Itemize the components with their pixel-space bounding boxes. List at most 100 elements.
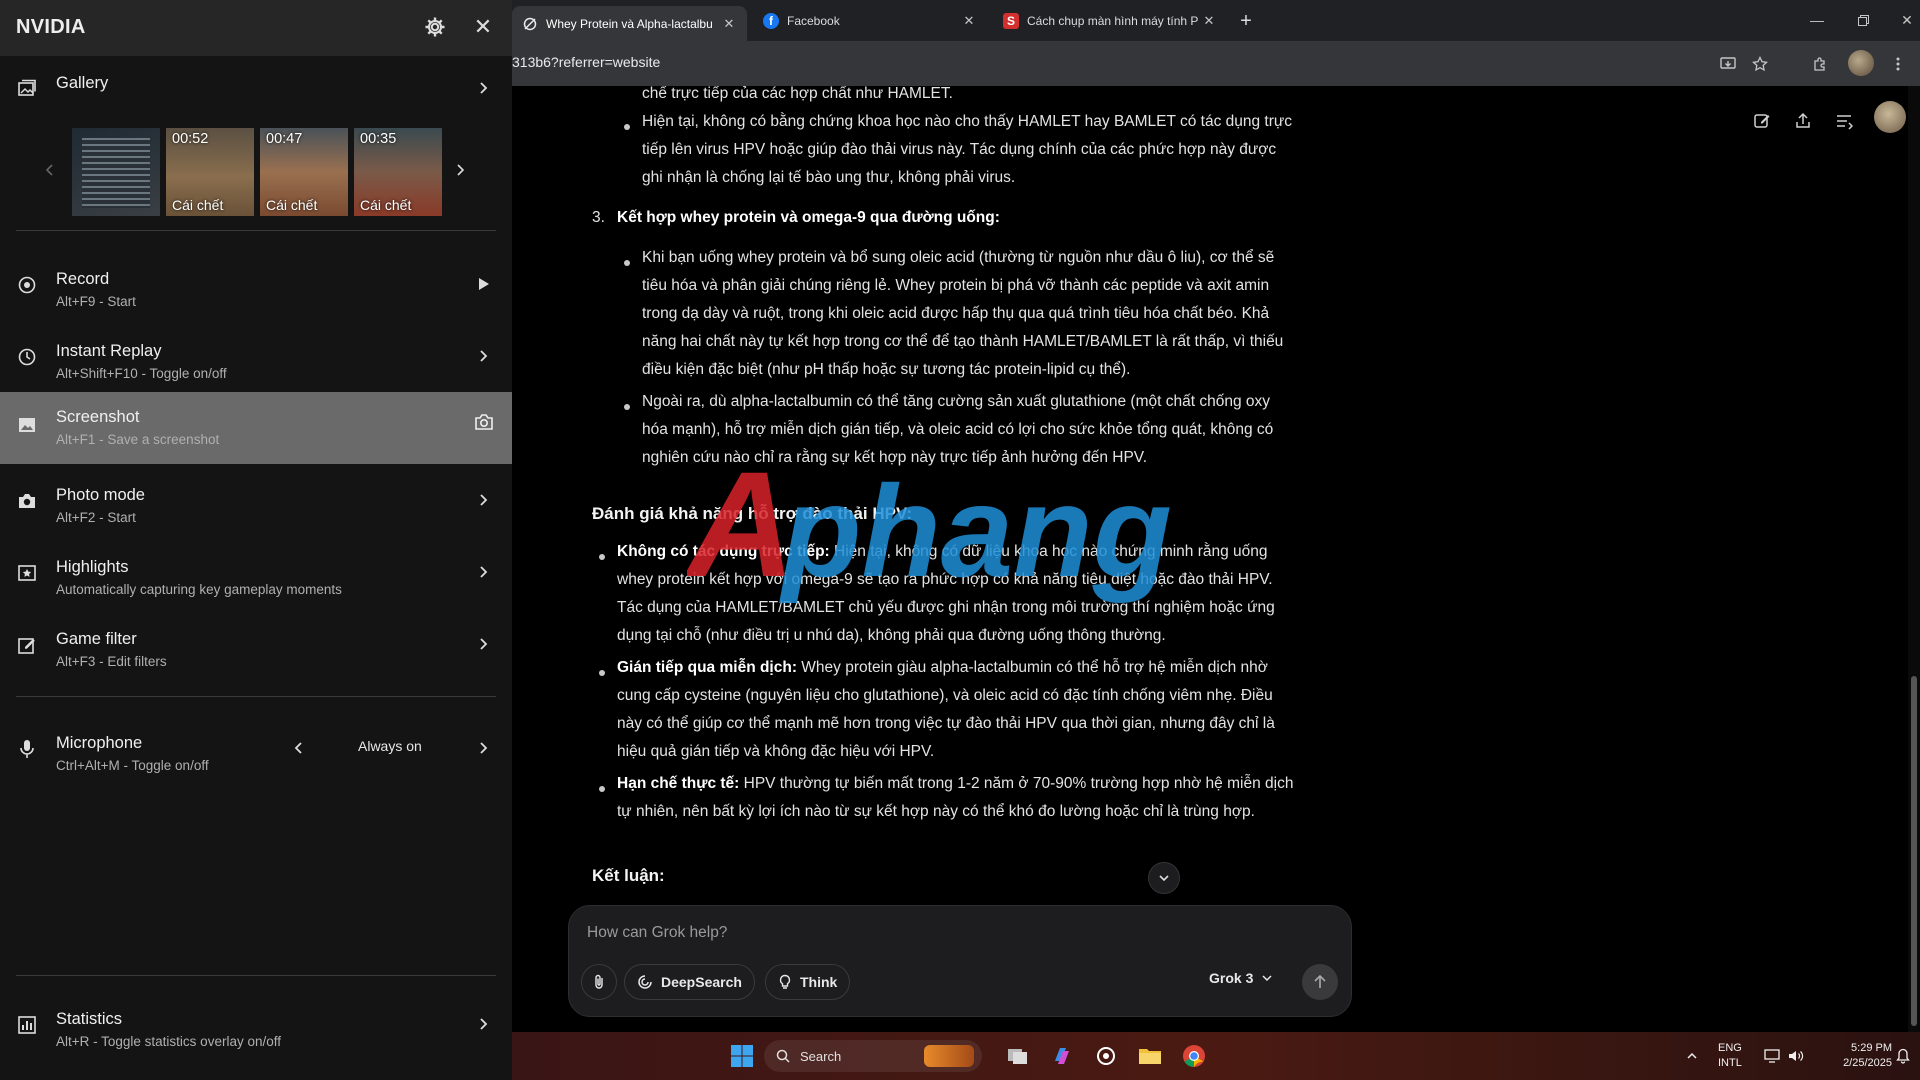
lightbulb-icon (779, 974, 791, 989)
nvidia-app-icon[interactable] (1090, 1040, 1122, 1072)
thumbnail-image (82, 138, 150, 208)
response-article: chế trực tiếp của các hợp chất như HAMLE… (512, 86, 1920, 1032)
chat-composer: DeepSearch Think Grok 3 (568, 905, 1352, 1017)
gallery-thumbnail[interactable] (72, 128, 160, 216)
photo-mode-item[interactable]: Photo mode Alt+F2 - Start (0, 472, 512, 544)
list-number: 3. (592, 209, 605, 226)
nvidia-header: NVIDIA ✕ (0, 0, 512, 56)
bookmark-star-icon[interactable] (1748, 52, 1772, 76)
bold-lead: Hạn chế thực tế: (617, 775, 740, 792)
copilot-icon[interactable] (1046, 1040, 1078, 1072)
input-language[interactable]: ENG INTL (1718, 1041, 1742, 1071)
close-icon[interactable]: ✕ (470, 14, 496, 40)
highlights-label: Highlights (56, 558, 129, 576)
search-highlight-image (924, 1045, 974, 1067)
divider (16, 975, 496, 976)
text-line: điều kiện đặc biệt (như pH thấp hoặc sự … (642, 361, 1131, 378)
text-line: chế trực tiếp của các hợp chất như HAMLE… (642, 86, 953, 102)
text-line: nghiên cứu nào chỉ ra rằng sự kết hợp nà… (642, 449, 1148, 466)
text-line: trong dạ dày và ruột, trong khi oleic ac… (642, 305, 1270, 322)
chat-input[interactable] (587, 920, 1287, 946)
screenshot-item[interactable]: Screenshot Alt+F1 - Save a screenshot (0, 392, 512, 464)
scroll-down-button[interactable] (1148, 862, 1180, 894)
chrome-icon[interactable] (1178, 1040, 1210, 1072)
url-text[interactable]: 313b6?referrer=website (512, 54, 660, 70)
camera-icon (472, 412, 496, 432)
task-view-icon[interactable] (1002, 1040, 1034, 1072)
play-icon (474, 274, 494, 294)
photo-mode-shortcut: Alt+F2 - Start (56, 510, 136, 525)
share-icon[interactable] (1790, 108, 1816, 134)
image-icon (16, 414, 38, 436)
statistics-shortcut: Alt+R - Toggle statistics overlay on/off (56, 1034, 281, 1049)
minimize-icon[interactable]: — (1802, 8, 1832, 32)
chevron-right-icon[interactable] (474, 738, 494, 758)
tab-screenshot-guide[interactable]: S Cách chụp màn hình máy tính P ✕ (993, 4, 1227, 37)
tab-whey-protein[interactable]: Whey Protein và Alpha-lactalbu ✕ (512, 6, 747, 41)
edit-icon[interactable] (1749, 108, 1775, 134)
profile-avatar[interactable] (1848, 50, 1874, 76)
gallery-thumbnail[interactable]: 00:35 Cái chết (354, 128, 442, 216)
thumbnail-caption: Cái chết (266, 197, 318, 213)
section-heading: Đánh giá khả năng hỗ trợ đào thải HPV: (592, 504, 913, 523)
clock[interactable]: 5:29 PM 2/25/2025 (1812, 1041, 1892, 1071)
notification-icon[interactable] (1892, 1040, 1914, 1072)
lang-label: ENG (1718, 1042, 1742, 1054)
gear-icon[interactable] (422, 14, 448, 40)
tab-title: Whey Protein và Alpha-lactalbu (546, 16, 713, 31)
install-app-icon[interactable] (1716, 52, 1740, 76)
text-span: Whey protein giàu alpha-lactalbumin có t… (797, 659, 1268, 676)
nvidia-title: NVIDIA (16, 16, 86, 38)
deepsearch-button[interactable]: DeepSearch (624, 964, 755, 1000)
text-line: tự nhiên, nên bất kỳ lợi ích nào từ sự k… (617, 803, 1255, 820)
statistics-item[interactable]: Statistics Alt+R - Toggle statistics ove… (0, 996, 512, 1068)
attach-button[interactable] (581, 964, 617, 1000)
tab-close-icon[interactable]: ✕ (961, 13, 977, 29)
chevron-up-icon[interactable] (1682, 1040, 1702, 1072)
file-explorer-icon[interactable] (1134, 1040, 1166, 1072)
instant-replay-item[interactable]: Instant Replay Alt+Shift+F10 - Toggle on… (0, 328, 512, 400)
taskbar-search[interactable]: Search (764, 1040, 982, 1072)
highlights-item[interactable]: Highlights Automatically capturing key g… (0, 544, 512, 616)
volume-icon[interactable] (1784, 1040, 1808, 1072)
statistics-label: Statistics (56, 1010, 123, 1028)
send-button[interactable] (1302, 964, 1338, 1000)
microphone-item: Microphone Ctrl+Alt+M - Toggle on/off Al… (0, 720, 512, 792)
microphone-mode-value: Always on (358, 738, 422, 754)
bullet (599, 786, 605, 792)
facebook-icon: f (763, 12, 779, 29)
extensions-icon[interactable] (1808, 52, 1832, 76)
restore-icon[interactable] (1848, 8, 1878, 32)
close-window-icon[interactable]: ✕ (1892, 8, 1920, 32)
scrollbar-thumb[interactable] (1911, 676, 1917, 1026)
text-span: Hiện tại, không có dữ liệu khoa học nào … (829, 543, 1268, 560)
tab-close-icon[interactable]: ✕ (1201, 13, 1217, 29)
browser-tab-strip: Whey Protein và Alpha-lactalbu ✕ f Faceb… (512, 0, 1920, 41)
browser-menu-icon[interactable] (1886, 52, 1910, 76)
chevron-left-icon[interactable] (288, 738, 308, 758)
tab-facebook[interactable]: f Facebook ✕ (753, 4, 987, 37)
gallery-thumbnail[interactable]: 00:52 Cái chết (166, 128, 254, 216)
chevron-left-icon[interactable] (42, 162, 58, 178)
gallery-item[interactable]: Gallery (0, 60, 512, 132)
windows-taskbar: Search ENG INTL 5:29 PM 2/25/2025 (512, 1032, 1920, 1080)
chevron-right-icon[interactable] (452, 162, 468, 178)
chevron-down-icon (1262, 975, 1272, 982)
network-icon[interactable] (1760, 1040, 1784, 1072)
user-avatar[interactable] (1874, 101, 1906, 133)
nvidia-overlay-panel: NVIDIA ✕ Gallery 00:52 Cái chết 00:47 Cá… (0, 0, 512, 1080)
search-icon (776, 1049, 790, 1063)
tab-close-icon[interactable]: ✕ (721, 16, 737, 32)
scrollbar[interactable] (1908, 86, 1920, 1032)
tab-title: Facebook (787, 13, 840, 28)
model-selector[interactable]: Grok 3 (1209, 970, 1273, 986)
record-item[interactable]: Record Alt+F9 - Start (0, 256, 512, 328)
think-button[interactable]: Think (765, 964, 851, 1000)
windows-start-icon[interactable] (726, 1040, 758, 1072)
grok-favicon-icon (522, 16, 538, 32)
gallery-thumbnail[interactable]: 00:47 Cái chết (260, 128, 348, 216)
history-icon[interactable] (1831, 108, 1857, 134)
game-filter-item[interactable]: Game filter Alt+F3 - Edit filters (0, 616, 512, 688)
divider (16, 230, 496, 231)
new-tab-button[interactable]: + (1233, 8, 1259, 34)
